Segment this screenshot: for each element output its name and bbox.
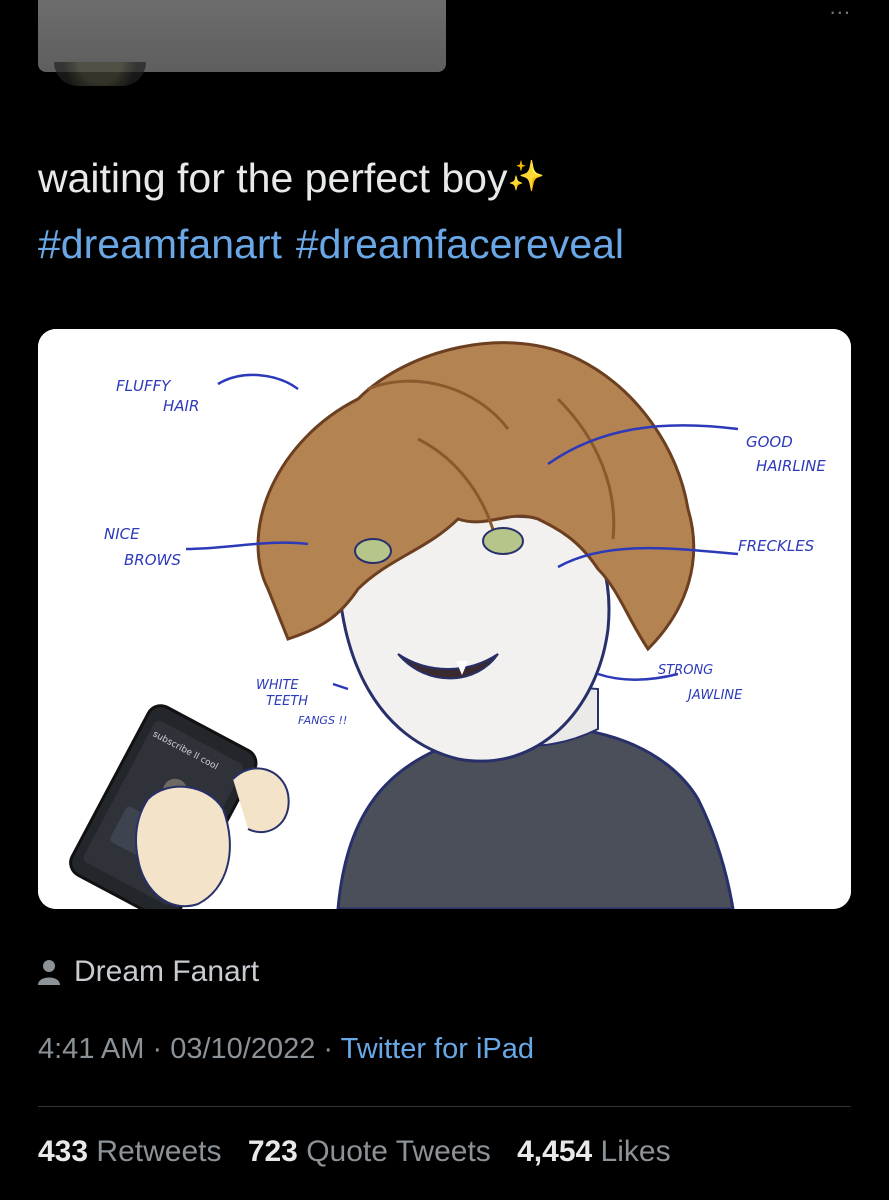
annotation-nice: NICE [104, 525, 140, 543]
annotation-jawline: JAWLINE [685, 688, 743, 703]
divider [38, 1106, 851, 1107]
hand-shape [135, 785, 231, 908]
annotation-fangs: FANGS !! [298, 714, 347, 727]
likes-label: Likes [600, 1135, 671, 1168]
left-eye [354, 538, 392, 564]
annotation-hairline: HAIRLINE [756, 457, 826, 475]
tweet-image[interactable]: subscribe ll cool FLUFFY HAIR GOOD HAIRL… [38, 329, 851, 909]
annotation-good: GOOD [746, 433, 793, 451]
annotation-freckles: FRECKLES [738, 537, 815, 555]
quote-tweets-count: 723 [247, 1135, 298, 1168]
tweet-hashtags: #dreamfanart #dreamfacereveal [38, 211, 858, 277]
tweet-metadata: 4:41 AM · 03/10/2022 · Twitter for iPad [38, 1033, 534, 1066]
fanart-illustration: subscribe ll cool FLUFFY HAIR GOOD HAIRL… [38, 329, 851, 909]
annotation-white: WHITE [256, 678, 299, 693]
author-name[interactable]: Dream Fanart [74, 955, 259, 989]
tweet-date: 03/10/2022 [170, 1033, 316, 1065]
tweet-text-line-1: waiting for the perfect boy✨ [38, 144, 858, 211]
sparkles-emoji: ✨ [507, 160, 545, 193]
tweet-source-link[interactable]: Twitter for iPad [341, 1033, 534, 1065]
retweets-stat[interactable]: 433 Retweets [38, 1135, 221, 1168]
likes-count: 4,454 [517, 1135, 593, 1168]
annotation-brows: BROWS [124, 551, 181, 569]
annotation-teeth: TEETH [266, 694, 308, 709]
quote-tweets-label: Quote Tweets [306, 1135, 491, 1168]
right-eye [482, 527, 524, 555]
tweet-body-text: waiting for the perfect boy [38, 155, 508, 201]
separator: · [144, 1033, 171, 1065]
annotation-fluffy: FLUFFY [116, 377, 172, 395]
author-row[interactable]: Dream Fanart [38, 955, 259, 989]
tweet-text: waiting for the perfect boy✨ #dreamfanar… [38, 144, 858, 277]
tweet-time: 4:41 AM [38, 1033, 145, 1065]
engagement-stats: 433 Retweets 723 Quote Tweets 4,454 Like… [38, 1135, 689, 1169]
quote-tweets-stat[interactable]: 723 Quote Tweets [248, 1135, 491, 1168]
hashtag-link[interactable]: #dreamfanart [38, 221, 282, 267]
avatar[interactable] [54, 62, 146, 86]
person-icon [38, 960, 60, 985]
more-options-icon[interactable]: ... [830, 0, 851, 20]
likes-stat[interactable]: 4,454 Likes [517, 1135, 670, 1168]
hashtag-link[interactable]: #dreamfacereveal [296, 221, 624, 267]
retweets-count: 433 [38, 1135, 89, 1168]
separator: · [315, 1033, 341, 1065]
retweets-label: Retweets [96, 1135, 222, 1168]
annotation-hair: HAIR [163, 397, 199, 415]
annotation-strong: STRONG [658, 663, 713, 678]
